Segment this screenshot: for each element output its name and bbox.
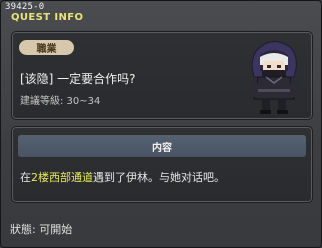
quest-status: 狀態: 可開始: [10, 223, 73, 236]
location-highlight: 2楼西部通道: [31, 171, 93, 184]
content-text-post: 遇到了伊林。与她对话吧。: [93, 171, 225, 184]
recommended-level: 建議等級: 30~34: [20, 96, 101, 107]
quest-id: 39425-0: [5, 2, 45, 12]
npc-portrait: [250, 41, 298, 114]
content-text-pre: 在: [20, 171, 31, 184]
content-text: 在2楼西部通道遇到了伊林。与她对话吧。: [20, 169, 225, 185]
quest-summary-panel: 職業 [该隐] 一定要合作吗? 建議等級: 30~34: [11, 31, 313, 120]
window-title: QUEST INFO: [11, 12, 84, 23]
quest-info-window: 39425-0 QUEST INFO 職業 [该隐] 一定要合作吗? 建議等級:…: [0, 0, 322, 248]
quest-content-panel: 内容 在2楼西部通道遇到了伊林。与她对话吧。: [11, 126, 313, 203]
content-header: 内容: [18, 135, 306, 157]
category-badge: 職業: [19, 40, 74, 55]
quest-name: [该隐] 一定要合作吗?: [20, 72, 136, 86]
